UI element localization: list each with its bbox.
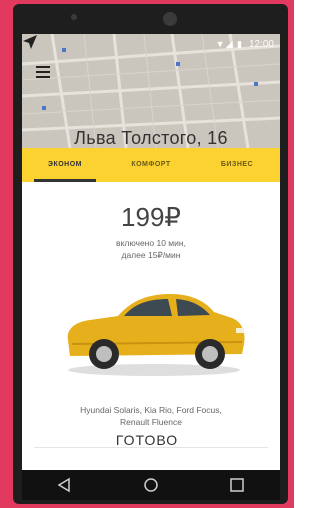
tariff-tabs: ЭКОНОМ КОМФОРТ БИЗНЕС: [22, 148, 280, 182]
sensor-dot: [71, 14, 77, 20]
included-line-1: включено 10 мин,: [116, 238, 186, 248]
included-line-2: далее 15₽/мин: [121, 250, 181, 260]
front-camera: [163, 12, 177, 26]
tariff-included: включено 10 мин, далее 15₽/мин: [22, 237, 280, 261]
models-line-1: Hyundai Solaris, Kia Rio, Ford Focus,: [80, 405, 222, 415]
car-models: Hyundai Solaris, Kia Rio, Ford Focus, Re…: [22, 404, 280, 428]
models-line-2: Renault Fluence: [120, 417, 182, 427]
status-bar: ▼◢ ▮ 12:00: [22, 34, 280, 54]
menu-icon[interactable]: [36, 66, 50, 78]
tariff-price: 199₽: [121, 202, 181, 232]
recents-icon[interactable]: [227, 477, 247, 493]
map-view[interactable]: ▼◢ ▮ 12:00 Льва Толстого, 16: [22, 34, 280, 148]
home-icon[interactable]: [141, 477, 161, 493]
tab-business[interactable]: БИЗНЕС: [194, 148, 280, 182]
ready-button[interactable]: ГОТОВО: [0, 432, 294, 448]
navigation-arrow-icon[interactable]: [22, 34, 38, 50]
back-icon[interactable]: [55, 477, 75, 493]
tab-comfort[interactable]: КОМФОРТ: [108, 148, 194, 182]
car-image: [67, 294, 245, 376]
signal-battery-icon: ▼◢ ▮: [215, 38, 243, 49]
status-time: 12:00: [248, 38, 274, 50]
app-screen: ▼◢ ▮ 12:00 Льва Толстого, 16 ЭКОНОМ КОМФ…: [22, 34, 280, 470]
android-navigation-bar: [22, 470, 280, 500]
pickup-address[interactable]: Льва Толстого, 16: [22, 128, 280, 148]
tab-econom[interactable]: ЭКОНОМ: [22, 148, 108, 182]
